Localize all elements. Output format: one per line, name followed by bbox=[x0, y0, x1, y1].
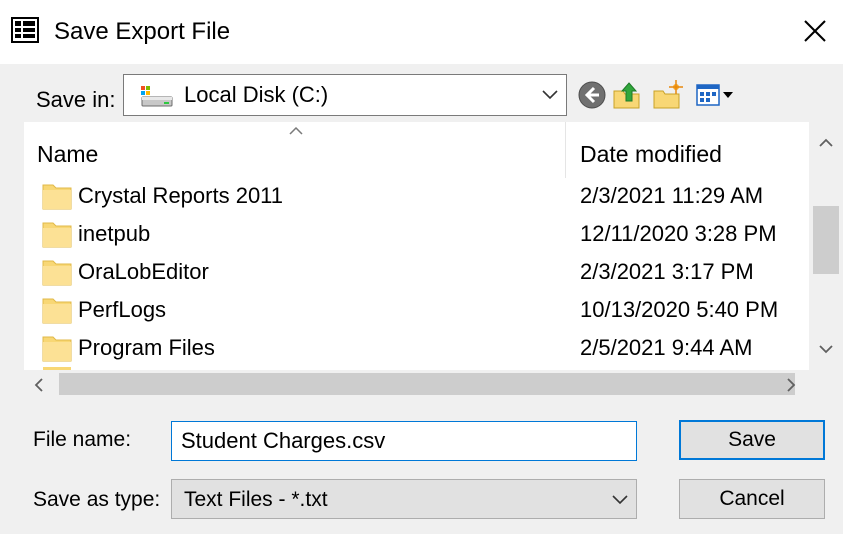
up-folder-icon bbox=[613, 82, 640, 109]
cancel-button[interactable]: Cancel bbox=[679, 479, 825, 519]
item-date: 12/11/2020 3:28 PM bbox=[580, 221, 777, 246]
save-export-dialog: Save Export File Save in: Local Disk (C:… bbox=[0, 0, 843, 534]
vertical-scroll-thumb[interactable] bbox=[813, 206, 839, 274]
folder-icon bbox=[42, 184, 72, 210]
horizontal-scroll-thumb[interactable] bbox=[59, 373, 795, 395]
folder-icon bbox=[42, 222, 72, 248]
drive-icon bbox=[141, 86, 173, 107]
new-folder-icon bbox=[653, 80, 683, 109]
window-title: Save Export File bbox=[54, 18, 231, 45]
save-as-type-dropdown[interactable]: Text Files - *.txt bbox=[171, 479, 637, 519]
app-window-icon bbox=[11, 17, 39, 43]
scroll-up-icon[interactable] bbox=[818, 138, 834, 148]
save-button[interactable]: Save bbox=[679, 420, 825, 460]
up-one-level-button[interactable] bbox=[611, 79, 643, 111]
view-menu-icon bbox=[696, 84, 733, 106]
item-name: Crystal Reports 2011 bbox=[78, 183, 284, 208]
new-folder-button[interactable] bbox=[652, 79, 684, 111]
list-item[interactable]: OraLobEditor 2/3/2021 3:17 PM bbox=[24, 253, 824, 291]
file-name-input[interactable] bbox=[171, 421, 637, 461]
item-name: Program Files bbox=[78, 335, 215, 360]
item-date: 10/13/2020 5:40 PM bbox=[580, 297, 779, 322]
folder-icon bbox=[42, 260, 72, 286]
file-name-label: File name: bbox=[33, 428, 132, 451]
folder-icon bbox=[42, 298, 72, 324]
save-in-dropdown[interactable]: Local Disk (C:) bbox=[123, 74, 567, 116]
list-item[interactable]: PerfLogs 10/13/2020 5:40 PM bbox=[24, 291, 824, 329]
scroll-right-icon[interactable] bbox=[786, 378, 796, 392]
column-header-name[interactable]: Name bbox=[24, 122, 565, 178]
close-icon bbox=[804, 20, 826, 42]
column-date-label: Date modified bbox=[580, 141, 722, 167]
scroll-left-icon[interactable] bbox=[34, 378, 44, 392]
item-date: 2/5/2021 9:44 AM bbox=[580, 335, 753, 360]
folder-icon bbox=[42, 336, 72, 362]
item-date: 2/3/2021 3:17 PM bbox=[580, 259, 754, 284]
column-header-date-modified[interactable]: Date modified bbox=[566, 122, 809, 178]
horizontal-scrollbar[interactable] bbox=[24, 370, 843, 398]
sort-arrow-icon bbox=[289, 126, 303, 135]
close-button[interactable] bbox=[790, 6, 840, 58]
chevron-down-icon bbox=[612, 495, 628, 505]
back-icon bbox=[578, 81, 606, 109]
back-button[interactable] bbox=[576, 79, 608, 111]
save-in-value: Local Disk (C:) bbox=[184, 82, 329, 107]
save-as-type-label: Save as type: bbox=[33, 488, 161, 511]
save-as-type-value: Text Files - *.txt bbox=[184, 488, 328, 511]
scroll-down-icon[interactable] bbox=[818, 344, 834, 354]
item-date: 2/3/2021 11:29 AM bbox=[580, 183, 764, 208]
item-name: PerfLogs bbox=[78, 297, 167, 322]
chevron-down-icon bbox=[542, 90, 558, 100]
title-bar[interactable]: Save Export File bbox=[0, 0, 843, 64]
vertical-scrollbar[interactable] bbox=[809, 122, 843, 370]
view-menu-button[interactable] bbox=[694, 79, 738, 111]
list-item[interactable]: Program Files 2/5/2021 9:44 AM bbox=[24, 329, 824, 367]
list-item[interactable]: inetpub 12/11/2020 3:28 PM bbox=[24, 215, 824, 253]
save-in-label: Save in: bbox=[36, 87, 116, 112]
file-list[interactable]: Name Date modified Crystal Reports 2011 … bbox=[24, 122, 843, 398]
item-name: inetpub bbox=[78, 221, 151, 246]
list-item[interactable]: Crystal Reports 2011 2/3/2021 11:29 AM bbox=[24, 177, 824, 215]
item-name: OraLobEditor bbox=[78, 259, 209, 284]
column-name-label: Name bbox=[37, 141, 99, 167]
